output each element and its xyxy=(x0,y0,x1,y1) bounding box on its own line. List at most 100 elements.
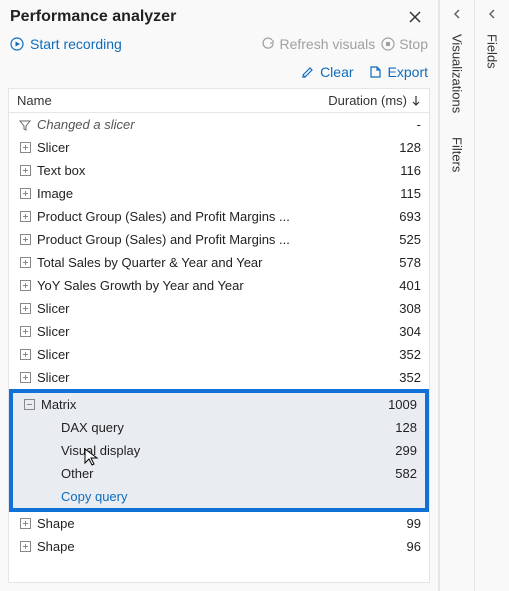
visualizations-pane-collapsed[interactable]: Visualizations Filters xyxy=(439,0,474,591)
column-name[interactable]: Name xyxy=(9,89,319,112)
chevron-left-icon[interactable] xyxy=(448,4,466,24)
fields-pane-collapsed[interactable]: Fields xyxy=(474,0,509,591)
stop-label: Stop xyxy=(399,36,428,52)
row-name: Product Group (Sales) and Profit Margins… xyxy=(33,232,351,247)
plus-icon[interactable] xyxy=(17,142,33,153)
row-name: Slicer xyxy=(33,370,351,385)
row-duration: 352 xyxy=(351,347,421,362)
copy-query-label: Copy query xyxy=(37,489,127,504)
start-recording-label: Start recording xyxy=(30,36,122,52)
highlighted-section: Matrix1009DAX query128Visual display299O… xyxy=(9,389,429,512)
row-name: YoY Sales Growth by Year and Year xyxy=(33,278,351,293)
row-duration: 299 xyxy=(347,443,417,458)
close-icon[interactable] xyxy=(402,8,428,26)
plus-icon[interactable] xyxy=(17,518,33,529)
fields-label: Fields xyxy=(485,34,500,69)
row-duration: 128 xyxy=(347,420,417,435)
plus-icon[interactable] xyxy=(17,280,33,291)
clear-button[interactable]: Clear xyxy=(300,64,353,80)
row-duration: 578 xyxy=(351,255,421,270)
table-row[interactable]: Slicer128 xyxy=(9,136,429,159)
row-name: Slicer xyxy=(33,347,351,362)
row-name: Shape xyxy=(33,539,351,554)
table-header: Name Duration (ms) xyxy=(9,89,429,113)
row-duration: 96 xyxy=(351,539,421,554)
table-body[interactable]: Changed a slicer-Slicer128Text box116Ima… xyxy=(9,113,429,582)
table-row[interactable]: Image115 xyxy=(9,182,429,205)
clear-icon xyxy=(300,65,314,79)
table-row[interactable]: Slicer352 xyxy=(9,343,429,366)
row-duration: 128 xyxy=(351,140,421,155)
row-name: Text box xyxy=(33,163,351,178)
row-duration: 1009 xyxy=(347,397,417,412)
plus-icon[interactable] xyxy=(17,257,33,268)
plus-icon[interactable] xyxy=(17,349,33,360)
refresh-icon xyxy=(261,37,275,51)
row-duration: 116 xyxy=(351,163,421,178)
plus-icon[interactable] xyxy=(17,372,33,383)
row-name: Visual display xyxy=(37,443,347,458)
table-row[interactable]: Slicer308 xyxy=(9,297,429,320)
table-row[interactable]: Changed a slicer- xyxy=(9,113,429,136)
copy-query-link[interactable]: Copy query xyxy=(13,485,425,508)
row-name: DAX query xyxy=(37,420,347,435)
stop-button: Stop xyxy=(381,36,428,52)
row-duration: 115 xyxy=(351,186,421,201)
row-name: Total Sales by Quarter & Year and Year xyxy=(33,255,351,270)
performance-analyzer-pane: Performance analyzer Start recording Ref… xyxy=(0,0,439,591)
table-row[interactable]: Other582 xyxy=(13,462,425,485)
minus-icon[interactable] xyxy=(21,399,37,410)
plus-icon[interactable] xyxy=(17,326,33,337)
clear-label: Clear xyxy=(320,64,353,80)
row-duration: 525 xyxy=(351,232,421,247)
chevron-left-icon[interactable] xyxy=(483,4,501,24)
export-label: Export xyxy=(388,64,428,80)
sort-down-icon xyxy=(411,95,421,107)
plus-icon[interactable] xyxy=(17,165,33,176)
row-duration: 352 xyxy=(351,370,421,385)
stop-icon xyxy=(381,37,395,51)
row-name: Slicer xyxy=(33,140,351,155)
table-row[interactable]: Shape99 xyxy=(9,512,429,535)
refresh-visuals-button: Refresh visuals xyxy=(261,36,375,52)
row-name: Product Group (Sales) and Profit Margins… xyxy=(33,209,351,224)
refresh-label: Refresh visuals xyxy=(279,36,375,52)
row-name: Matrix xyxy=(37,397,347,412)
table-row[interactable]: Product Group (Sales) and Profit Margins… xyxy=(9,228,429,251)
row-name: Shape xyxy=(33,516,351,531)
table-row[interactable]: YoY Sales Growth by Year and Year401 xyxy=(9,274,429,297)
table-row[interactable]: Total Sales by Quarter & Year and Year57… xyxy=(9,251,429,274)
row-duration: 308 xyxy=(351,301,421,316)
filters-label: Filters xyxy=(450,137,465,172)
row-duration: 304 xyxy=(351,324,421,339)
column-duration[interactable]: Duration (ms) xyxy=(319,89,429,112)
table-row[interactable]: DAX query128 xyxy=(13,416,425,439)
plus-icon[interactable] xyxy=(17,541,33,552)
table-row[interactable]: Slicer352 xyxy=(9,366,429,389)
results-table: Name Duration (ms) Changed a slicer-Slic… xyxy=(8,88,430,583)
plus-icon[interactable] xyxy=(17,211,33,222)
row-duration: 693 xyxy=(351,209,421,224)
export-icon xyxy=(368,65,382,79)
table-row[interactable]: Product Group (Sales) and Profit Margins… xyxy=(9,205,429,228)
record-icon xyxy=(10,37,24,51)
plus-icon[interactable] xyxy=(17,234,33,245)
table-row[interactable]: Text box116 xyxy=(9,159,429,182)
filter-icon xyxy=(17,119,33,131)
row-name: Slicer xyxy=(33,324,351,339)
table-row[interactable]: Slicer304 xyxy=(9,320,429,343)
plus-icon[interactable] xyxy=(17,303,33,314)
row-duration: 401 xyxy=(351,278,421,293)
visualizations-label: Visualizations xyxy=(450,34,465,113)
table-row[interactable]: Shape96 xyxy=(9,535,429,558)
row-duration: - xyxy=(351,117,421,132)
row-name: Image xyxy=(33,186,351,201)
start-recording-button[interactable]: Start recording xyxy=(10,36,122,52)
plus-icon[interactable] xyxy=(17,188,33,199)
table-row[interactable]: Visual display299 xyxy=(13,439,425,462)
row-name: Slicer xyxy=(33,301,351,316)
row-name: Other xyxy=(37,466,347,481)
row-name: Changed a slicer xyxy=(33,117,351,132)
table-row[interactable]: Matrix1009 xyxy=(13,393,425,416)
export-button[interactable]: Export xyxy=(368,64,428,80)
